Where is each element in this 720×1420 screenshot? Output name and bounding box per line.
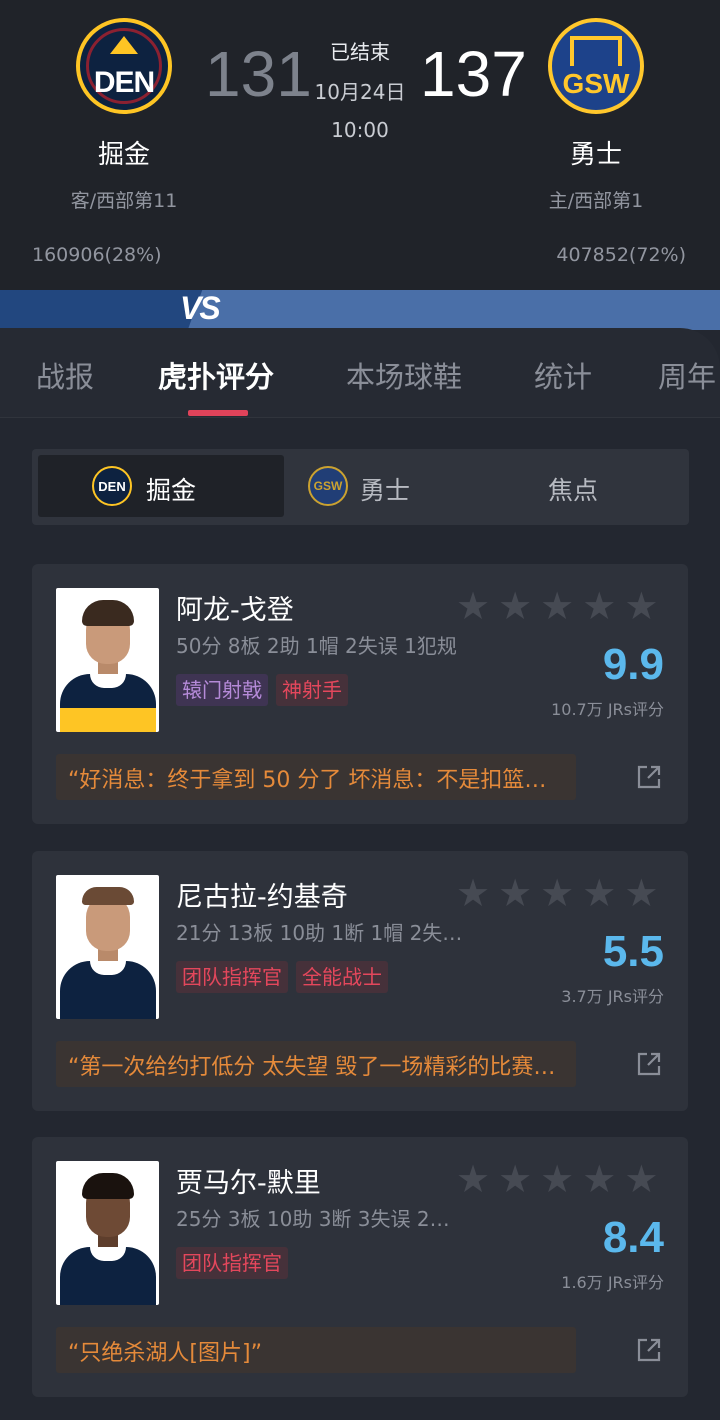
- player-name[interactable]: 贾马尔-默里: [176, 1161, 321, 1200]
- player-photo[interactable]: [56, 588, 159, 732]
- comment-text: “好消息：终于拿到 50 分了 坏消息：不是扣篮…: [68, 768, 547, 793]
- mountain-icon: [110, 36, 138, 54]
- share-icon[interactable]: [636, 1051, 662, 1077]
- filter-focus[interactable]: 焦点: [484, 455, 684, 517]
- player-stats: 21分 13板 10助 1断 1帽 2失…: [176, 921, 463, 945]
- den-logo-icon: DEN: [92, 466, 132, 506]
- player-tag[interactable]: 神射手: [276, 674, 348, 706]
- away-score: 131: [205, 38, 312, 110]
- home-support-fill: [187, 290, 720, 330]
- team-logo-gsw[interactable]: GSW: [548, 18, 644, 114]
- rating-stars[interactable]: ★ ★ ★ ★ ★: [456, 586, 658, 626]
- tab-bar: 战报 虎扑评分 本场球鞋 统计 周年: [0, 328, 720, 418]
- star-icon[interactable]: ★: [624, 586, 658, 626]
- rating-stars[interactable]: ★ ★ ★ ★ ★: [456, 873, 658, 913]
- player-stats: 25分 3板 10助 3断 3失误 2…: [176, 1207, 450, 1231]
- comment-text: “只绝杀湖人[图片]”: [68, 1341, 262, 1366]
- player-card[interactable]: 尼古拉-约基奇 21分 13板 10助 1断 1帽 2失… 团队指挥官 全能战士…: [32, 851, 688, 1111]
- player-tag[interactable]: 团队指挥官: [176, 1247, 288, 1279]
- star-icon[interactable]: ★: [456, 873, 490, 913]
- logo-abbr: GSW: [313, 479, 343, 493]
- player-name[interactable]: 尼古拉-约基奇: [176, 875, 348, 914]
- filter-den[interactable]: DEN 掘金: [38, 455, 284, 517]
- logo-abbr: DEN: [98, 479, 126, 494]
- star-icon[interactable]: ★: [498, 586, 532, 626]
- rating-count: 3.7万 JRs评分: [561, 987, 664, 1006]
- share-icon[interactable]: [636, 764, 662, 790]
- vs-badge: VS: [180, 290, 221, 326]
- support-ratio-bar: VS: [0, 290, 720, 330]
- player-rating: 8.4: [602, 1213, 664, 1262]
- player-card[interactable]: 贾马尔-默里 25分 3板 10助 3断 3失误 2… 团队指挥官 ★ ★ ★ …: [32, 1137, 688, 1397]
- player-tag[interactable]: 辕门射戟: [176, 674, 268, 706]
- filter-label: 勇士: [360, 476, 411, 505]
- gsw-logo-icon: GSW: [308, 466, 348, 506]
- away-support-votes: 160906(28%): [32, 244, 162, 266]
- player-tag[interactable]: 全能战士: [296, 961, 388, 993]
- star-icon[interactable]: ★: [498, 1159, 532, 1199]
- star-icon[interactable]: ★: [582, 586, 616, 626]
- hair: [82, 600, 134, 626]
- player-stats: 50分 8板 2助 1帽 2失误 1犯规: [176, 634, 457, 658]
- star-icon[interactable]: ★: [540, 586, 574, 626]
- player-photo[interactable]: [56, 1161, 159, 1305]
- filter-label: 掘金: [146, 476, 197, 505]
- hair: [82, 1173, 134, 1199]
- team-filter: DEN 掘金 GSW 勇士 焦点: [32, 449, 689, 525]
- star-icon[interactable]: ★: [540, 873, 574, 913]
- rating-stars[interactable]: ★ ★ ★ ★ ★: [456, 1159, 658, 1199]
- bridge-icon: [570, 36, 622, 66]
- top-comment[interactable]: “只绝杀湖人[图片]”: [56, 1327, 576, 1373]
- hair: [82, 887, 134, 905]
- player-card[interactable]: 阿龙-戈登 50分 8板 2助 1帽 2失误 1犯规 辕门射戟 神射手 ★ ★ …: [32, 564, 688, 824]
- scoreboard-header: DEN 131 已结束 10月24日 10:00 137 GSW 掘金 勇士 客…: [0, 0, 720, 330]
- star-icon[interactable]: ★: [540, 1159, 574, 1199]
- game-status: 已结束: [330, 40, 390, 64]
- star-icon[interactable]: ★: [582, 873, 616, 913]
- rating-count: 1.6万 JRs评分: [561, 1273, 664, 1292]
- tab-anniversary[interactable]: 周年: [658, 354, 716, 396]
- player-photo[interactable]: [56, 875, 159, 1019]
- player-rating: 5.5: [602, 927, 664, 976]
- active-tab-indicator: [188, 410, 248, 416]
- team-logo-den[interactable]: DEN: [76, 18, 172, 114]
- tab-hupu-rating[interactable]: 虎扑评分: [158, 354, 274, 396]
- star-icon[interactable]: ★: [582, 1159, 616, 1199]
- star-icon[interactable]: ★: [498, 873, 532, 913]
- player-rating: 9.9: [602, 640, 664, 689]
- tab-game-shoes[interactable]: 本场球鞋: [346, 354, 462, 396]
- comment-text: “第一次给约打低分 太失望 毁了一场精彩的比赛…: [68, 1055, 556, 1080]
- star-icon[interactable]: ★: [624, 1159, 658, 1199]
- jersey-lettering: [60, 708, 156, 732]
- away-team-name[interactable]: 掘金: [54, 134, 194, 171]
- tab-report[interactable]: 战报: [36, 354, 94, 396]
- home-score: 137: [420, 38, 527, 110]
- filter-gsw[interactable]: GSW 勇士: [284, 455, 484, 517]
- home-support-votes: 407852(72%): [556, 244, 686, 266]
- game-date: 10月24日: [314, 80, 406, 104]
- rating-count: 10.7万 JRs评分: [551, 700, 664, 719]
- star-icon[interactable]: ★: [456, 1159, 490, 1199]
- top-comment[interactable]: “第一次给约打低分 太失望 毁了一场精彩的比赛…: [56, 1041, 576, 1087]
- player-tag[interactable]: 团队指挥官: [176, 961, 288, 993]
- star-icon[interactable]: ★: [456, 586, 490, 626]
- logo-abbr: DEN: [93, 66, 155, 99]
- player-tags: 团队指挥官: [176, 1247, 288, 1279]
- logo-abbr: GSW: [562, 68, 630, 99]
- top-comment[interactable]: “好消息：终于拿到 50 分了 坏消息：不是扣篮…: [56, 754, 576, 800]
- home-team-name[interactable]: 勇士: [526, 134, 666, 171]
- player-tags: 团队指挥官 全能战士: [176, 961, 388, 993]
- player-name[interactable]: 阿龙-戈登: [176, 588, 294, 627]
- tab-stats[interactable]: 统计: [534, 354, 592, 396]
- star-icon[interactable]: ★: [624, 873, 658, 913]
- share-icon[interactable]: [636, 1337, 662, 1363]
- game-time: 10:00: [331, 118, 389, 142]
- player-tags: 辕门射戟 神射手: [176, 674, 348, 706]
- home-team-rank: 主/西部第1: [548, 190, 644, 212]
- filter-label: 焦点: [548, 476, 599, 505]
- away-team-rank: 客/西部第11: [70, 190, 178, 212]
